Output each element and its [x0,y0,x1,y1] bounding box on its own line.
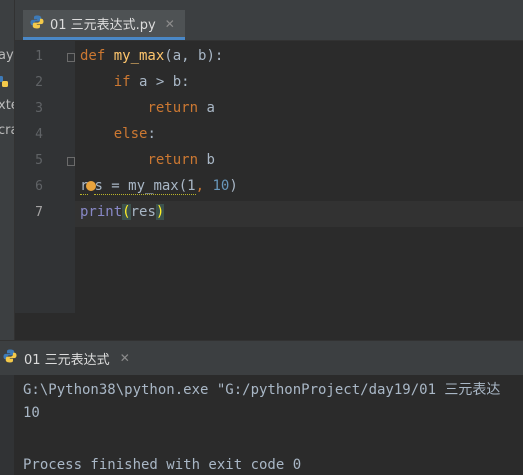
line-number: 2 [35,75,43,90]
python-file-icon [0,74,10,93]
tab-01-ternary-expression[interactable]: 01 三元表达式.py ✕ [23,10,185,40]
line-number: 5 [35,153,43,168]
project-tree-fragment: xte [0,98,14,113]
python-file-icon [29,14,45,34]
code-line-5: return b [147,152,215,168]
run-toolwindow-header: 01 三元表达式 ✕ [0,340,523,376]
line-number-gutter[interactable]: 1 2 3 4 5 6 7 [15,41,75,313]
line-number: 4 [35,127,43,142]
line-number: 3 [35,101,43,116]
code-editor[interactable]: 1 2 3 4 5 6 7 def my_max(a, b): if a > b… [15,41,523,313]
console-gutter [0,375,14,475]
project-panel-edge[interactable]: ay xte cra [0,0,15,340]
code-line-3: return a [147,100,215,116]
console-line: G:\Python38\python.exe "G:/pythonProject… [23,382,501,398]
console-line: 10 [23,405,40,421]
run-tab[interactable]: 01 三元表达式 ✕ [0,341,130,375]
fold-marker-icon[interactable] [67,157,75,166]
run-tab-label: 01 三元表达式 [24,352,110,368]
code-line-4: else: [113,126,156,142]
code-line-1: def my_max(a, b): [80,48,224,64]
code-line-6: rs = my_max(1, 10) [80,178,238,195]
line-number: 1 [35,49,43,64]
close-run-tab-icon[interactable]: ✕ [120,351,130,365]
code-line-2: if a > b: [113,74,190,90]
tab-label: 01 三元表达式.py [50,18,156,33]
project-tree-fragment: cra [0,123,14,138]
line-number: 6 [35,179,43,194]
python-run-icon [2,348,18,368]
close-tab-icon[interactable]: ✕ [165,17,175,31]
line-number: 7 [35,205,43,220]
console-line: Process finished with exit code 0 [23,457,302,473]
project-tree-fragment: ay [0,48,14,63]
code-line-7: print(res) [80,204,165,220]
editor-tab-bar: 01 三元表达式.py ✕ [15,0,523,41]
run-console[interactable]: G:\Python38\python.exe "G:/pythonProject… [0,375,523,475]
fold-marker-icon[interactable] [67,53,75,62]
